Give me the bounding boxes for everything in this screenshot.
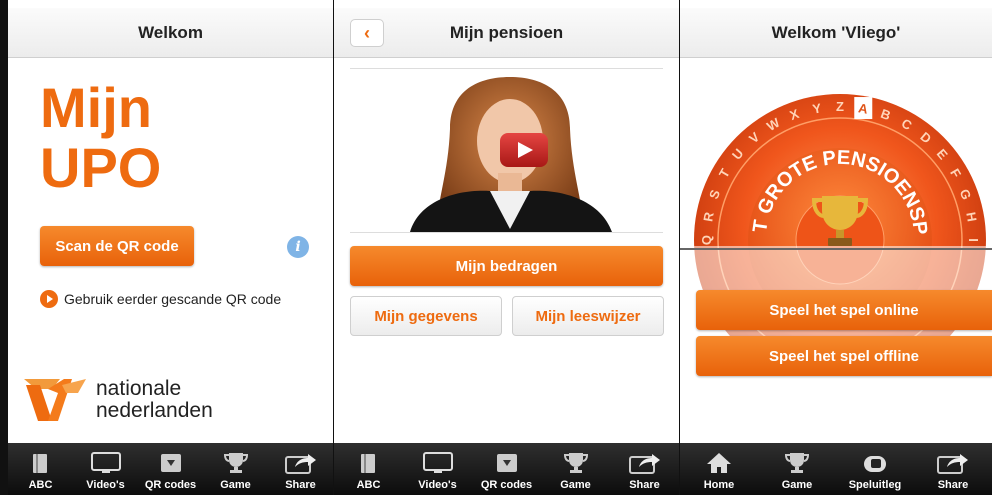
screen-welkom-vliego: Welkom 'Vliego' HET GROTE PENSI bbox=[680, 0, 992, 495]
tab-abc[interactable]: ABC bbox=[339, 450, 399, 491]
play-offline-label: Speel het spel offline bbox=[768, 347, 920, 365]
tab-share[interactable]: Share bbox=[271, 450, 331, 491]
tab-label: QR codes bbox=[480, 479, 533, 491]
tab-qr-codes[interactable]: QR codes bbox=[477, 450, 537, 491]
play-online-label: Speel het spel online bbox=[769, 301, 919, 319]
play-online-button[interactable]: Speel het spel online bbox=[696, 290, 992, 330]
trophy-icon bbox=[223, 453, 248, 473]
page-title: Welkom bbox=[138, 22, 203, 42]
previous-qr-link[interactable]: Gebruik eerder gescande QR code bbox=[40, 290, 281, 308]
screen-welkom: Welkom Mijn UPO Scan de QR code i Gebrui… bbox=[8, 0, 333, 495]
tab-label: Home bbox=[703, 479, 735, 491]
tab-label: Game bbox=[560, 479, 591, 491]
page-title: Mijn pensioen bbox=[449, 22, 564, 42]
tab-label: Speluitleg bbox=[848, 479, 902, 491]
tab-label: Share bbox=[937, 479, 969, 491]
tab-game[interactable]: Game bbox=[546, 450, 606, 491]
home-icon bbox=[707, 453, 731, 473]
scan-qr-label: Scan de QR code bbox=[55, 237, 179, 255]
mijn-leeswijzer-button[interactable]: Mijn leeswijzer bbox=[512, 296, 664, 336]
app-title: Mijn UPO bbox=[40, 78, 161, 198]
tab-speluitleg[interactable]: Speluitleg bbox=[845, 450, 905, 491]
tab-share[interactable]: Share bbox=[923, 450, 983, 491]
nav-bar: Welkom 'Vliego' bbox=[680, 8, 992, 58]
tab-label: Game bbox=[781, 479, 813, 491]
play-offline-button[interactable]: Speel het spel offline bbox=[696, 336, 992, 376]
app-title-line-1: Mijn bbox=[40, 76, 152, 139]
tab-label: QR codes bbox=[144, 479, 197, 491]
tab-bar: ABC Video's QR codes Game Share bbox=[8, 443, 333, 495]
play-video-icon[interactable] bbox=[500, 133, 548, 167]
nn-lion-icon bbox=[24, 379, 86, 421]
book-icon bbox=[360, 454, 375, 473]
status-gap bbox=[8, 0, 333, 8]
tab-label: ABC bbox=[356, 479, 381, 491]
wheel-letter: I bbox=[966, 238, 981, 242]
nav-bar: ‹ Mijn pensioen bbox=[334, 8, 679, 58]
mijn-bedragen-button[interactable]: Mijn bedragen bbox=[350, 246, 663, 286]
tab-share[interactable]: Share bbox=[615, 450, 675, 491]
wheel-letter: Q bbox=[699, 235, 714, 245]
logo-line-1: nationale bbox=[96, 377, 182, 400]
tab-label: Video's bbox=[418, 479, 457, 491]
divider bbox=[680, 248, 992, 250]
play-circle-icon bbox=[40, 290, 58, 308]
share-icon bbox=[284, 454, 316, 474]
tab-label: Share bbox=[629, 479, 660, 491]
tab-label: Video's bbox=[86, 479, 125, 491]
chevron-left-icon: ‹ bbox=[364, 22, 370, 43]
status-gap bbox=[680, 0, 992, 8]
tab-game[interactable]: Game bbox=[206, 450, 266, 491]
video-thumbnail[interactable] bbox=[350, 68, 663, 233]
tab-videos[interactable]: Video's bbox=[408, 450, 468, 491]
previous-qr-label: Gebruik eerder gescande QR code bbox=[64, 291, 282, 307]
book-icon bbox=[32, 454, 47, 473]
tab-label: Game bbox=[220, 479, 251, 491]
wheel-letter: Z bbox=[836, 99, 844, 114]
scan-qr-button[interactable]: Scan de QR code bbox=[40, 226, 194, 266]
share-icon bbox=[628, 454, 660, 474]
nn-wordmark: nationale nederlanden bbox=[96, 378, 213, 422]
nn-logo: nationale nederlanden bbox=[22, 375, 213, 425]
nav-bar: Welkom bbox=[8, 8, 333, 58]
tab-qr-codes[interactable]: QR codes bbox=[141, 450, 201, 491]
mijn-leeswijzer-label: Mijn leeswijzer bbox=[535, 307, 641, 325]
mijn-bedragen-label: Mijn bedragen bbox=[455, 257, 558, 275]
tv-icon bbox=[90, 452, 121, 473]
page-title: Welkom 'Vliego' bbox=[771, 22, 901, 42]
tab-game[interactable]: Game bbox=[767, 450, 827, 491]
info-icon[interactable]: i bbox=[287, 236, 309, 258]
tab-home[interactable]: Home bbox=[689, 450, 749, 491]
tab-bar: ABC Video's QR codes Game Share bbox=[334, 443, 679, 495]
qr-icon bbox=[160, 454, 181, 472]
qr-icon bbox=[496, 454, 517, 472]
trophy-icon bbox=[563, 453, 588, 473]
tab-label: Share bbox=[285, 479, 316, 491]
trophy-icon bbox=[784, 453, 810, 473]
tab-bar: Home Game Speluitleg Share bbox=[680, 443, 992, 495]
back-button[interactable]: ‹ bbox=[350, 19, 384, 47]
app-title-line-2: UPO bbox=[40, 136, 162, 199]
logo-line-2: nederlanden bbox=[96, 399, 213, 422]
screen-mijn-pensioen: ‹ Mijn pensioen Mijn bedragen Mijn gegev… bbox=[334, 0, 679, 495]
tv-icon bbox=[422, 452, 453, 473]
cards-icon bbox=[864, 456, 886, 472]
status-gap bbox=[334, 0, 679, 8]
tab-videos[interactable]: Video's bbox=[76, 450, 136, 491]
mijn-gegevens-label: Mijn gegevens bbox=[374, 307, 478, 325]
mijn-gegevens-button[interactable]: Mijn gegevens bbox=[350, 296, 502, 336]
tab-label: ABC bbox=[28, 479, 53, 491]
tab-abc[interactable]: ABC bbox=[11, 450, 71, 491]
share-icon bbox=[937, 454, 968, 474]
